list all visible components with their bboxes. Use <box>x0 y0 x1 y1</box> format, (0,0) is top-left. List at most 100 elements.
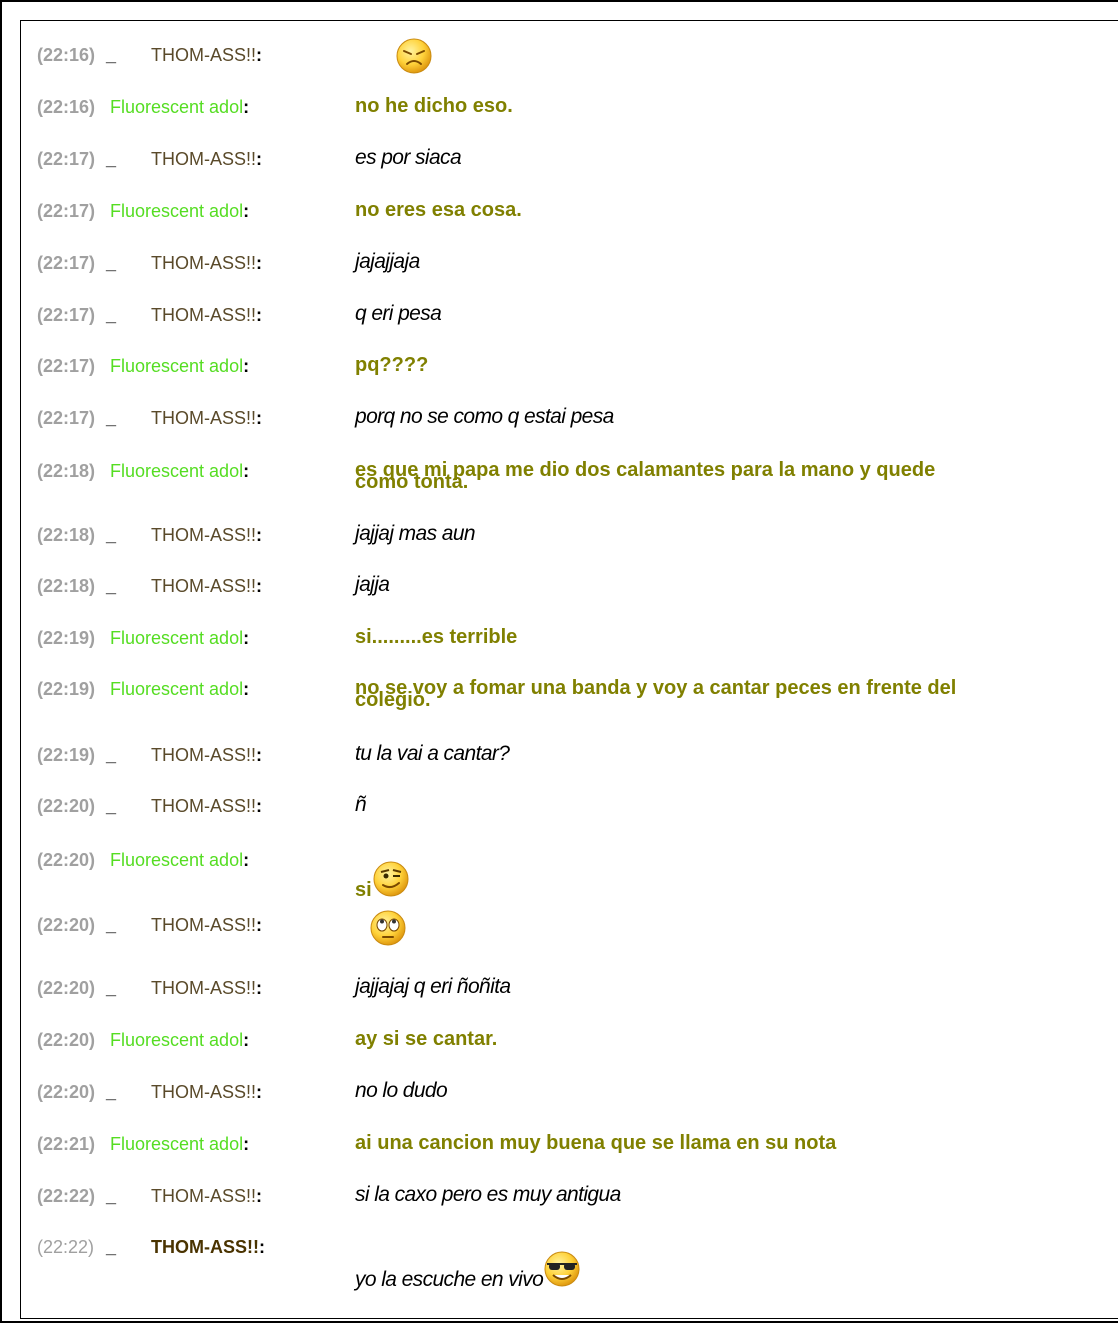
message-timestamp: (22:20) <box>37 1082 96 1102</box>
sender-nickname: THOM-ASS!!: <box>151 915 263 935</box>
nick-prefix: _ <box>106 978 117 998</box>
chat-message-row: (22:20) _ THOM-ASS!!: ñ <box>21 793 1118 836</box>
chat-message-row: (22:17) _ THOM-ASS!!: porq no se como q est… <box>21 405 1118 448</box>
chat-message-row: (22:17) _ THOM-ASS!!: q eri pesa <box>21 302 1118 345</box>
message-timestamp: (22:18) <box>37 525 96 545</box>
nick-prefix: _ <box>106 45 117 65</box>
eye-roll-face-icon <box>369 909 407 947</box>
nick-prefix: _ <box>106 408 117 428</box>
chat-log: (22:16) _ THOM-ASS!!: (22:16) Fluorescent a… <box>20 20 1118 1319</box>
sender-nickname: THOM-ASS!!: <box>151 745 263 765</box>
message-text <box>355 910 407 953</box>
chat-message-row: (22:16) Fluorescent adol: no he dicho eso. <box>21 95 1118 137</box>
sender-nickname: Fluorescent adol: <box>110 1134 250 1154</box>
nick-prefix: _ <box>106 745 117 765</box>
wink-face-icon <box>372 860 410 898</box>
message-timestamp: (22:21) <box>37 1134 96 1154</box>
message-timestamp: (22:22) <box>37 1237 95 1257</box>
message-timestamp: (22:18) <box>37 461 96 481</box>
message-text: jajja <box>355 573 390 596</box>
message-text <box>355 38 433 83</box>
message-timestamp: (22:18) <box>37 576 96 596</box>
chat-message-row: (22:18) _ THOM-ASS!!: jajja <box>21 573 1118 616</box>
nick-prefix: _ <box>106 576 117 596</box>
nick-prefix: _ <box>106 253 117 273</box>
sender-nickname: Fluorescent adol: <box>110 628 250 648</box>
chat-message-row: (22:20) Fluorescent adol: ay si se cantar. <box>21 1028 1118 1070</box>
message-text: es que mi papa me dio dos calamantes par… <box>355 459 936 493</box>
nick-prefix: _ <box>106 525 117 545</box>
nick-prefix: _ <box>106 915 117 935</box>
message-text: si la caxo pero es muy antigua <box>355 1183 621 1206</box>
chat-message-row: (22:17) Fluorescent adol: pq???? <box>21 354 1118 396</box>
message-text: ai una cancion muy buena que se llama en… <box>355 1132 837 1154</box>
message-text: no he dicho eso. <box>355 95 513 117</box>
message-text: jajjaj mas aun <box>355 522 476 545</box>
sender-nickname: THOM-ASS!!: <box>151 978 263 998</box>
sender-nickname: THOM-ASS!!: <box>151 45 263 65</box>
sender-nickname: Fluorescent adol: <box>110 356 250 376</box>
sender-nickname: THOM-ASS!!: <box>151 1082 263 1102</box>
message-text: pq???? <box>355 354 429 376</box>
sender-nickname: Fluorescent adol: <box>110 201 250 221</box>
chat-message-row: (22:17) _ THOM-ASS!!: es por siaca <box>21 146 1118 189</box>
message-text: ay si se cantar. <box>355 1028 498 1050</box>
chat-message-row: (22:19) Fluorescent adol: no se voy a foma… <box>21 677 1118 719</box>
sender-nickname: THOM-ASS!!: <box>151 253 263 273</box>
message-text: si <box>355 861 410 906</box>
chat-log-frame: (22:16) _ THOM-ASS!!: (22:16) Fluorescent a… <box>0 0 1118 1323</box>
nick-prefix: _ <box>106 1237 117 1257</box>
chat-message-row: (22:19) _ THOM-ASS!!: tu la vai a cantar? <box>21 743 1118 785</box>
message-text: no se voy a fomar una banda y voy a cant… <box>355 677 957 711</box>
chat-message-row: (22:20) _ THOM-ASS!!: <box>21 910 1118 955</box>
chat-message-row: (22:21) Fluorescent adol: ai una cancion m… <box>21 1132 1118 1174</box>
sender-nickname: Fluorescent adol: <box>110 97 250 117</box>
message-text: porq no se como q estai pesa <box>355 405 614 428</box>
nick-prefix: _ <box>106 149 117 169</box>
message-timestamp: (22:19) <box>37 628 96 648</box>
message-timestamp: (22:16) <box>37 97 96 117</box>
message-timestamp: (22:17) <box>37 305 96 325</box>
chat-message-row: (22:18) _ THOM-ASS!!: jajjaj mas aun <box>21 522 1118 565</box>
nick-prefix: _ <box>106 796 117 816</box>
message-timestamp: (22:20) <box>37 1030 96 1050</box>
message-timestamp: (22:17) <box>37 253 96 273</box>
message-timestamp: (22:22) <box>37 1186 96 1206</box>
message-text: es por siaca <box>355 146 462 169</box>
message-text: q eri pesa <box>355 302 442 325</box>
message-text: no lo dudo <box>355 1079 448 1102</box>
sunglasses-face-icon <box>543 1250 581 1288</box>
sender-nickname: THOM-ASS!!: <box>151 576 263 596</box>
sender-nickname: Fluorescent adol: <box>110 1030 250 1050</box>
message-timestamp: (22:20) <box>37 978 96 998</box>
message-timestamp: (22:20) <box>37 915 96 935</box>
chat-message-row: (22:19) Fluorescent adol: si.........es te… <box>21 626 1118 668</box>
message-timestamp: (22:16) <box>37 45 96 65</box>
message-timestamp: (22:20) <box>37 850 96 870</box>
nick-prefix: _ <box>106 1082 117 1102</box>
chat-message-row: (22:22) _ THOM-ASS!!: yo la escuche en vivo <box>21 1237 1118 1290</box>
message-timestamp: (22:19) <box>37 679 96 699</box>
message-text: no eres esa cosa. <box>355 199 522 221</box>
chat-message-row: (22:16) _ THOM-ASS!!: <box>21 38 1118 85</box>
chat-message-row: (22:20) Fluorescent adol: si <box>21 850 1118 900</box>
sender-nickname: THOM-ASS!!: <box>151 525 263 545</box>
sender-nickname: THOM-ASS!!: <box>151 796 263 816</box>
sender-nickname: Fluorescent adol: <box>110 679 250 699</box>
sender-nickname: THOM-ASS!!: <box>151 1237 265 1257</box>
message-text: yo la escuche en vivo <box>355 1251 581 1296</box>
message-timestamp: (22:19) <box>37 745 96 765</box>
chat-message-row: (22:22) _ THOM-ASS!!: si la caxo pero es mu… <box>21 1183 1118 1226</box>
message-text: si.........es terrible <box>355 626 518 648</box>
sender-nickname: THOM-ASS!!: <box>151 149 263 169</box>
sender-nickname: THOM-ASS!!: <box>151 305 263 325</box>
message-text: ñ <box>355 793 367 816</box>
chat-message-row: (22:17) _ THOM-ASS!!: jajajjaja <box>21 250 1118 293</box>
chat-message-row: (22:18) Fluorescent adol: es que mi papa m… <box>21 459 1118 501</box>
nick-prefix: _ <box>106 305 117 325</box>
chat-message-row: (22:20) _ THOM-ASS!!: no lo dudo <box>21 1079 1118 1122</box>
sender-nickname: THOM-ASS!!: <box>151 1186 263 1206</box>
chat-message-row: (22:20) _ THOM-ASS!!: jajjajaj q eri ñoñita <box>21 976 1118 1018</box>
message-text: jajajjaja <box>355 250 420 273</box>
angry-face-icon <box>395 37 433 75</box>
